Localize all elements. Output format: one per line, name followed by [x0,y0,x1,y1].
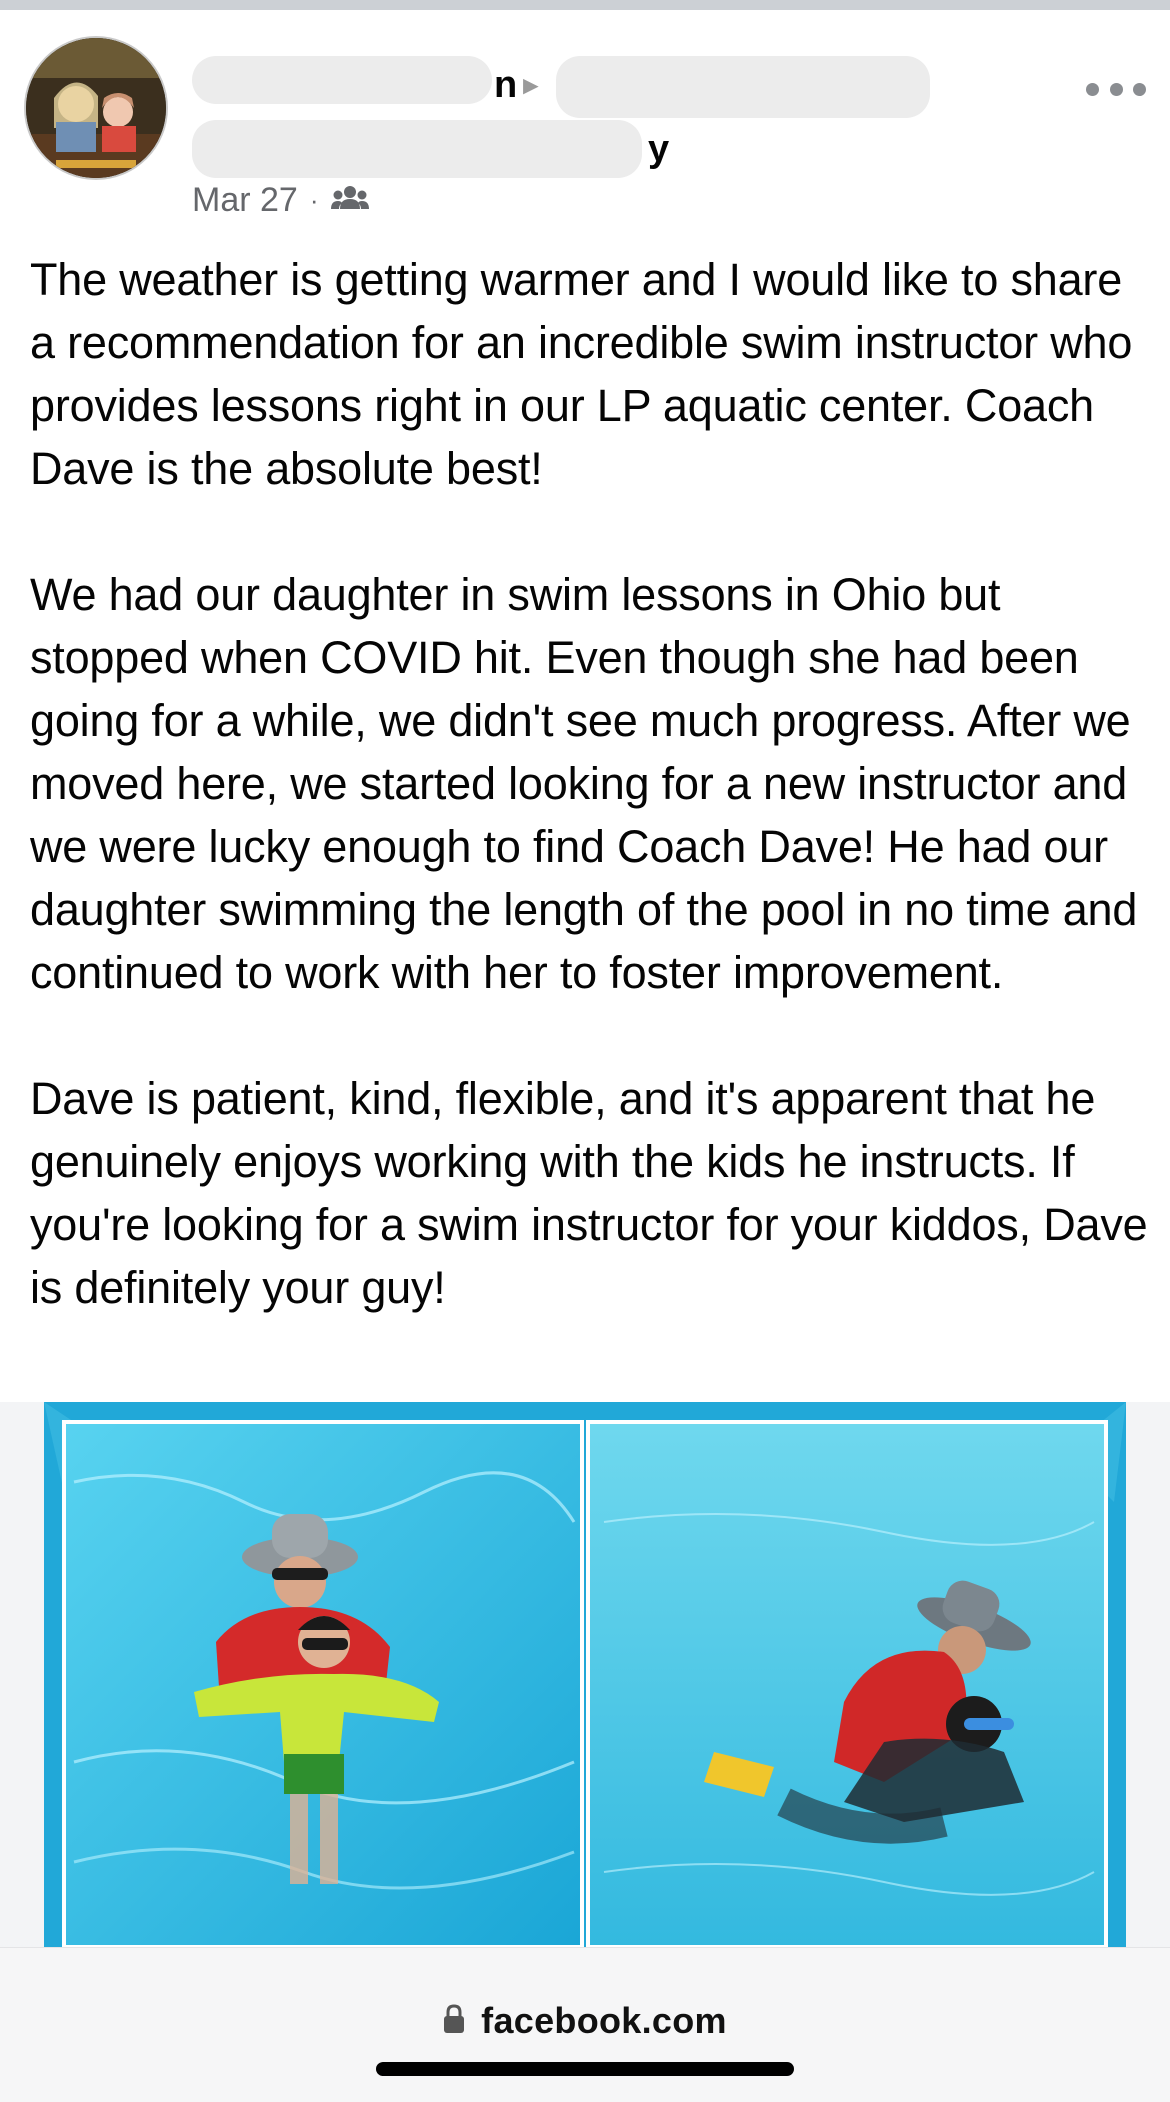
post-paragraph-1: The weather is getting warmer and I woul… [30,254,1133,494]
more-dots-icon[interactable] [1086,72,1146,106]
author-name-redacted [192,56,492,104]
post-body: The weather is getting warmer and I woul… [30,248,1150,1382]
browser-top-edge [0,0,1170,10]
avatar-photo [26,38,166,178]
post-meta: Mar 27 · [192,178,369,222]
meta-separator: · [309,184,319,215]
address-bar[interactable]: facebook.com [0,2000,1170,2042]
author-avatar[interactable] [26,38,166,178]
more-dot [1133,82,1146,96]
author-name-fragment: n [494,64,518,106]
group-name-redacted-line2 [192,120,642,178]
share-to-arrow-icon: ► [518,70,544,100]
browser-bottom-bar: facebook.com [0,1947,1170,2102]
post-date[interactable]: Mar 27 [192,181,298,220]
post-header: n ► y Mar 27 · [0,10,1170,230]
group-icon [330,181,369,220]
post-paragraph-2: We had our daughter in swim lessons in O… [30,569,1138,998]
group-name-fragment: y [648,128,670,170]
swim-lesson-photo-collage [44,1402,1126,1947]
lock-icon [443,2003,465,2039]
post-photo[interactable] [44,1402,1126,1947]
home-indicator[interactable] [376,2062,794,2076]
post-photo-area [0,1402,1170,1947]
group-name-redacted [556,56,930,118]
url-text: facebook.com [481,2000,727,2041]
more-dot [1086,82,1099,96]
more-dot [1109,82,1123,96]
post-paragraph-3: Dave is patient, kind, flexible, and it'… [30,1073,1148,1313]
